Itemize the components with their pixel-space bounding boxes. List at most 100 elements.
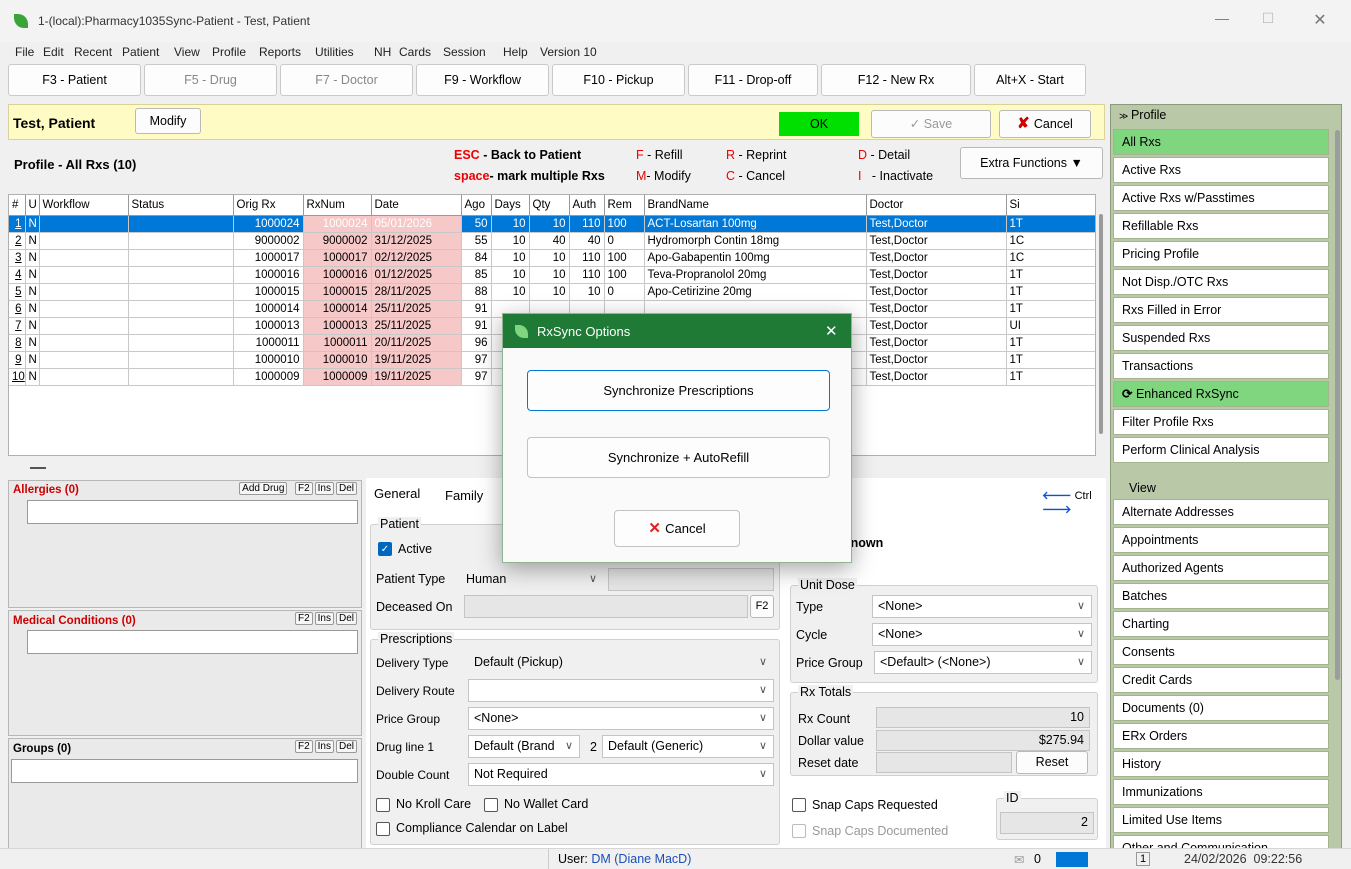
grid-scrollbar[interactable] [1097, 212, 1105, 458]
f12-new-rx-button[interactable]: F12 - New Rx [821, 64, 971, 96]
groups-header[interactable]: Groups (0) [13, 743, 71, 755]
sidebar-item-view[interactable]: History [1113, 751, 1329, 777]
table-row[interactable]: 2 N 9000002 9000002 31/12/2025 55 10 40 40 0 Hydro… [9, 232, 1095, 250]
menu-version[interactable]: Version 10 [540, 45, 597, 59]
synchronize-autorefill-button[interactable]: Synchronize + AutoRefill [527, 437, 830, 478]
menu-help[interactable]: Help [503, 45, 528, 59]
groups-del-button[interactable]: Del [335, 740, 357, 753]
snap-caps-requested-checkbox[interactable] [792, 798, 806, 812]
sidebar-item-view[interactable]: ERx Orders [1113, 723, 1329, 749]
sidebar-item-profile[interactable]: Pricing Profile [1113, 241, 1329, 267]
deceased-date-field[interactable] [464, 595, 748, 618]
column-header[interactable]: Ago [461, 195, 492, 216]
no-wallet-card-checkbox[interactable] [484, 798, 498, 812]
allergies-f2-button[interactable]: F2 [294, 482, 313, 495]
column-header[interactable]: Auth [569, 195, 605, 216]
table-row[interactable]: 3 N 1000017 1000017 02/12/2025 84 10 10 110 100 Ap… [9, 249, 1095, 267]
groups-input[interactable] [11, 759, 358, 783]
sidebar-item-view[interactable]: Immunizations [1113, 779, 1329, 805]
side-panel-scrollbar[interactable] [1335, 130, 1340, 680]
sidebar-item-view[interactable]: Consents [1113, 639, 1329, 665]
allergies-header[interactable]: Allergies (0) [13, 484, 79, 496]
splitter-handle[interactable] [30, 467, 46, 469]
f9-workflow-button[interactable]: F9 - Workflow [416, 64, 549, 96]
column-header[interactable]: RxNum [303, 195, 372, 216]
f11-dropoff-button[interactable]: F11 - Drop-off [688, 64, 818, 96]
sidebar-item-view[interactable]: Credit Cards [1113, 667, 1329, 693]
modify-button[interactable]: Modify [135, 108, 201, 134]
drug-line-2-select[interactable]: Default (Generic) ∨ [602, 735, 774, 758]
menu-patient[interactable]: Patient [122, 45, 159, 59]
delivery-type-select[interactable]: Default (Pickup) ∨ [468, 651, 774, 674]
reset-button[interactable]: Reset [1016, 751, 1088, 774]
medical-del-button[interactable]: Del [335, 612, 357, 625]
menu-nh[interactable]: NH [374, 45, 391, 59]
sidebar-item-profile[interactable]: Not Disp./OTC Rxs [1113, 269, 1329, 295]
synchronize-prescriptions-button[interactable]: Synchronize Prescriptions [527, 370, 830, 411]
menu-view[interactable]: View [174, 45, 200, 59]
extra-functions-button[interactable]: Extra Functions ▼ [960, 147, 1103, 179]
menu-cards[interactable]: Cards [399, 45, 431, 59]
sidebar-item-profile[interactable]: Active Rxs [1113, 157, 1329, 183]
sidebar-item-view[interactable]: Alternate Addresses [1113, 499, 1329, 525]
drug-line-1-select[interactable]: Default (Brand ∨ [468, 735, 580, 758]
delivery-route-select[interactable]: ∨ [468, 679, 774, 702]
f10-pickup-button[interactable]: F10 - Pickup [552, 64, 685, 96]
no-kroll-care-checkbox[interactable] [376, 798, 390, 812]
sidebar-item-profile[interactable]: All Rxs [1113, 129, 1329, 155]
double-count-select[interactable]: Not Required ∨ [468, 763, 774, 786]
sidebar-item-profile[interactable]: Transactions [1113, 353, 1329, 379]
column-header[interactable]: BrandName [644, 195, 867, 216]
menu-profile[interactable]: Profile [212, 45, 246, 59]
f5-drug-button[interactable]: F5 - Drug [144, 64, 277, 96]
cancel-button[interactable]: ✘ Cancel [999, 110, 1091, 138]
groups-ins-button[interactable]: Ins [314, 740, 334, 753]
tab-general[interactable]: General [374, 486, 421, 503]
column-header[interactable]: Si [1006, 195, 1095, 216]
sidebar-item-profile[interactable]: Perform Clinical Analysis [1113, 437, 1329, 463]
dialog-close-icon[interactable]: ✕ [825, 322, 838, 340]
sidebar-item-profile[interactable]: ⟳ Enhanced RxSync [1113, 381, 1329, 407]
table-row[interactable]: 5 N 1000015 1000015 28/11/2025 88 10 10 10 0 Apo-C… [9, 283, 1095, 301]
unit-price-group-select[interactable]: <Default> (<None>) ∨ [874, 651, 1092, 674]
save-button[interactable]: ✓ Save [871, 110, 991, 138]
ctrl-nav[interactable]: 🡐 Ctrl 🡒 [1042, 488, 1106, 516]
column-header[interactable]: Qty [529, 195, 570, 216]
menu-recent[interactable]: Recent [74, 45, 112, 59]
sidebar-item-view[interactable]: Documents (0) [1113, 695, 1329, 721]
sidebar-item-profile[interactable]: Refillable Rxs [1113, 213, 1329, 239]
menu-reports[interactable]: Reports [259, 45, 301, 59]
sidebar-item-profile[interactable]: Rxs Filled in Error [1113, 297, 1329, 323]
allergies-input[interactable] [27, 500, 358, 524]
sidebar-item-view[interactable]: Limited Use Items [1113, 807, 1329, 833]
sidebar-item-view[interactable]: Batches [1113, 583, 1329, 609]
cycle-select[interactable]: <None> ∨ [872, 623, 1092, 646]
sidebar-item-profile[interactable]: Suspended Rxs [1113, 325, 1329, 351]
unit-dose-type-select[interactable]: <None> ∨ [872, 595, 1092, 618]
column-header[interactable]: Workflow [39, 195, 129, 216]
allergies-ins-button[interactable]: Ins [314, 482, 334, 495]
column-header[interactable]: Date [371, 195, 462, 216]
medical-f2-button[interactable]: F2 [294, 612, 313, 625]
table-row[interactable]: 4 N 1000016 1000016 01/12/2025 85 10 10 110 100 Te… [9, 266, 1095, 284]
maximize-icon[interactable]: ☐ [1248, 10, 1288, 27]
f7-doctor-button[interactable]: F7 - Doctor [280, 64, 413, 96]
column-header[interactable]: Doctor [866, 195, 1007, 216]
groups-f2-button[interactable]: F2 [294, 740, 313, 753]
active-checkbox[interactable]: ✓ [378, 542, 392, 556]
close-icon[interactable]: ✕ [1300, 10, 1340, 30]
menu-utilities[interactable]: Utilities [315, 45, 354, 59]
arrow-right-icon[interactable]: 🡒 [1042, 504, 1072, 516]
dialog-cancel-button[interactable]: ✕ Cancel [614, 510, 740, 547]
allergies-del-button[interactable]: Del [335, 482, 357, 495]
medical-conditions-input[interactable] [27, 630, 358, 654]
add-drug-button[interactable]: Add Drug [239, 482, 288, 495]
mail-icon[interactable]: ✉ [1014, 852, 1024, 867]
column-header[interactable]: Status [128, 195, 234, 216]
column-header[interactable]: Rem [604, 195, 645, 216]
price-group-select[interactable]: <None> ∨ [468, 707, 774, 730]
patient-type-select[interactable]: Human ∨ [460, 568, 604, 591]
sidebar-item-view[interactable]: Authorized Agents [1113, 555, 1329, 581]
sidebar-item-profile[interactable]: Filter Profile Rxs [1113, 409, 1329, 435]
menu-edit[interactable]: Edit [43, 45, 64, 59]
